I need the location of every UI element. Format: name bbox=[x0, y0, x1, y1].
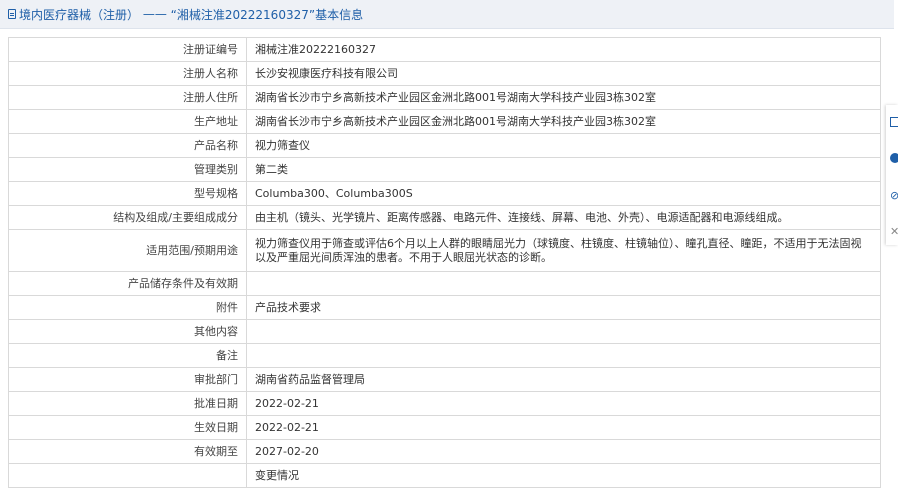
row-label: 审批部门 bbox=[8, 367, 247, 392]
section-link[interactable]: 境内医疗器械（注册） bbox=[19, 6, 139, 23]
table-row: 产品名称 视力筛查仪 bbox=[8, 133, 881, 158]
row-value bbox=[246, 271, 881, 296]
detail-table-container: 注册证编号 湘械注准20222160327 注册人名称 长沙安视康医疗科技有限公司 … bbox=[8, 37, 881, 488]
row-label: 有效期至 bbox=[8, 439, 247, 464]
table-row: 有效期至 2027-02-20 bbox=[8, 439, 881, 464]
row-label: 其他内容 bbox=[8, 319, 247, 344]
row-label: 管理类别 bbox=[8, 157, 247, 182]
row-label: 型号规格 bbox=[8, 181, 247, 206]
row-label bbox=[8, 463, 247, 488]
table-row: 注册人住所 湖南省长沙市宁乡高新技术产业园区金洲北路001号湖南大学科技产业园3栋… bbox=[8, 85, 881, 110]
row-label: 注册人名称 bbox=[8, 61, 247, 86]
row-value: 2022-02-21 bbox=[246, 415, 881, 440]
document-icon[interactable] bbox=[890, 117, 898, 127]
row-value: 视力筛查仪用于筛查或评估6个月以上人群的眼睛屈光力（球镜度、柱镜度、柱镜轴位）、… bbox=[246, 229, 881, 272]
row-value: 湖南省长沙市宁乡高新技术产业园区金洲北路001号湖南大学科技产业园3栋302室 bbox=[246, 85, 881, 110]
table-row: 注册人名称 长沙安视康医疗科技有限公司 bbox=[8, 61, 881, 86]
row-label: 适用范围/预期用途 bbox=[8, 229, 247, 272]
row-value bbox=[246, 319, 881, 344]
table-row: 其他内容 bbox=[8, 319, 881, 344]
row-value: Columba300、Columba300S bbox=[246, 181, 881, 206]
row-value: 长沙安视康医疗科技有限公司 bbox=[246, 61, 881, 86]
row-value: 第二类 bbox=[246, 157, 881, 182]
table-row: 注册证编号 湘械注准20222160327 bbox=[8, 37, 881, 62]
row-label: 备注 bbox=[8, 343, 247, 368]
table-row: 生效日期 2022-02-21 bbox=[8, 415, 881, 440]
row-value: 视力筛查仪 bbox=[246, 133, 881, 158]
row-value: 2022-02-21 bbox=[246, 391, 881, 416]
row-label: 产品名称 bbox=[8, 133, 247, 158]
row-label: 结构及组成/主要组成成分 bbox=[8, 205, 247, 230]
table-row: 批准日期 2022-02-21 bbox=[8, 391, 881, 416]
table-row: 型号规格 Columba300、Columba300S bbox=[8, 181, 881, 206]
detail-table: 注册证编号 湘械注准20222160327 注册人名称 长沙安视康医疗科技有限公司 … bbox=[8, 37, 881, 488]
table-row: 附件 产品技术要求 bbox=[8, 295, 881, 320]
row-label: 产品储存条件及有效期 bbox=[8, 271, 247, 296]
row-label: 批准日期 bbox=[8, 391, 247, 416]
side-toolbar: ⊘ ✕ bbox=[886, 105, 898, 245]
row-value: 2027-02-20 bbox=[246, 439, 881, 464]
row-value bbox=[246, 343, 881, 368]
title-separator: —— bbox=[139, 7, 171, 21]
record-title: “湘械注准20222160327”基本信息 bbox=[170, 7, 364, 22]
table-row: 生产地址 湖南省长沙市宁乡高新技术产业园区金洲北路001号湖南大学科技产业园3栋3… bbox=[8, 109, 881, 134]
close-icon[interactable]: ✕ bbox=[890, 227, 898, 237]
row-value: 由主机（镜头、光学镜片、距离传感器、电路元件、连接线、屏幕、电池、外壳）、电源适… bbox=[246, 205, 881, 230]
row-label: 注册人住所 bbox=[8, 85, 247, 110]
table-row: 产品储存条件及有效期 bbox=[8, 271, 881, 296]
row-label: 生产地址 bbox=[8, 109, 247, 134]
table-row: 适用范围/预期用途 视力筛查仪用于筛查或评估6个月以上人群的眼睛屈光力（球镜度、柱… bbox=[8, 229, 881, 272]
table-row: 变更情况 bbox=[8, 463, 881, 488]
table-row: 备注 bbox=[8, 343, 881, 368]
document-icon bbox=[8, 9, 16, 19]
row-value: 湘械注准20222160327 bbox=[246, 37, 881, 62]
table-row: 审批部门 湖南省药品监督管理局 bbox=[8, 367, 881, 392]
row-label: 注册证编号 bbox=[8, 37, 247, 62]
row-value: 湖南省长沙市宁乡高新技术产业园区金洲北路001号湖南大学科技产业园3栋302室 bbox=[246, 109, 881, 134]
row-value: 湖南省药品监督管理局 bbox=[246, 367, 881, 392]
page-title-bar: 境内医疗器械（注册） —— “湘械注准20222160327”基本信息 bbox=[0, 0, 894, 29]
table-row: 管理类别 第二类 bbox=[8, 157, 881, 182]
row-value: 变更情况 bbox=[246, 463, 881, 488]
table-row: 结构及组成/主要组成成分 由主机（镜头、光学镜片、距离传感器、电路元件、连接线、屏… bbox=[8, 205, 881, 230]
info-dot-icon[interactable] bbox=[890, 153, 898, 163]
row-value: 产品技术要求 bbox=[246, 295, 881, 320]
row-label: 生效日期 bbox=[8, 415, 247, 440]
link-icon[interactable]: ⊘ bbox=[890, 191, 898, 201]
row-label: 附件 bbox=[8, 295, 247, 320]
